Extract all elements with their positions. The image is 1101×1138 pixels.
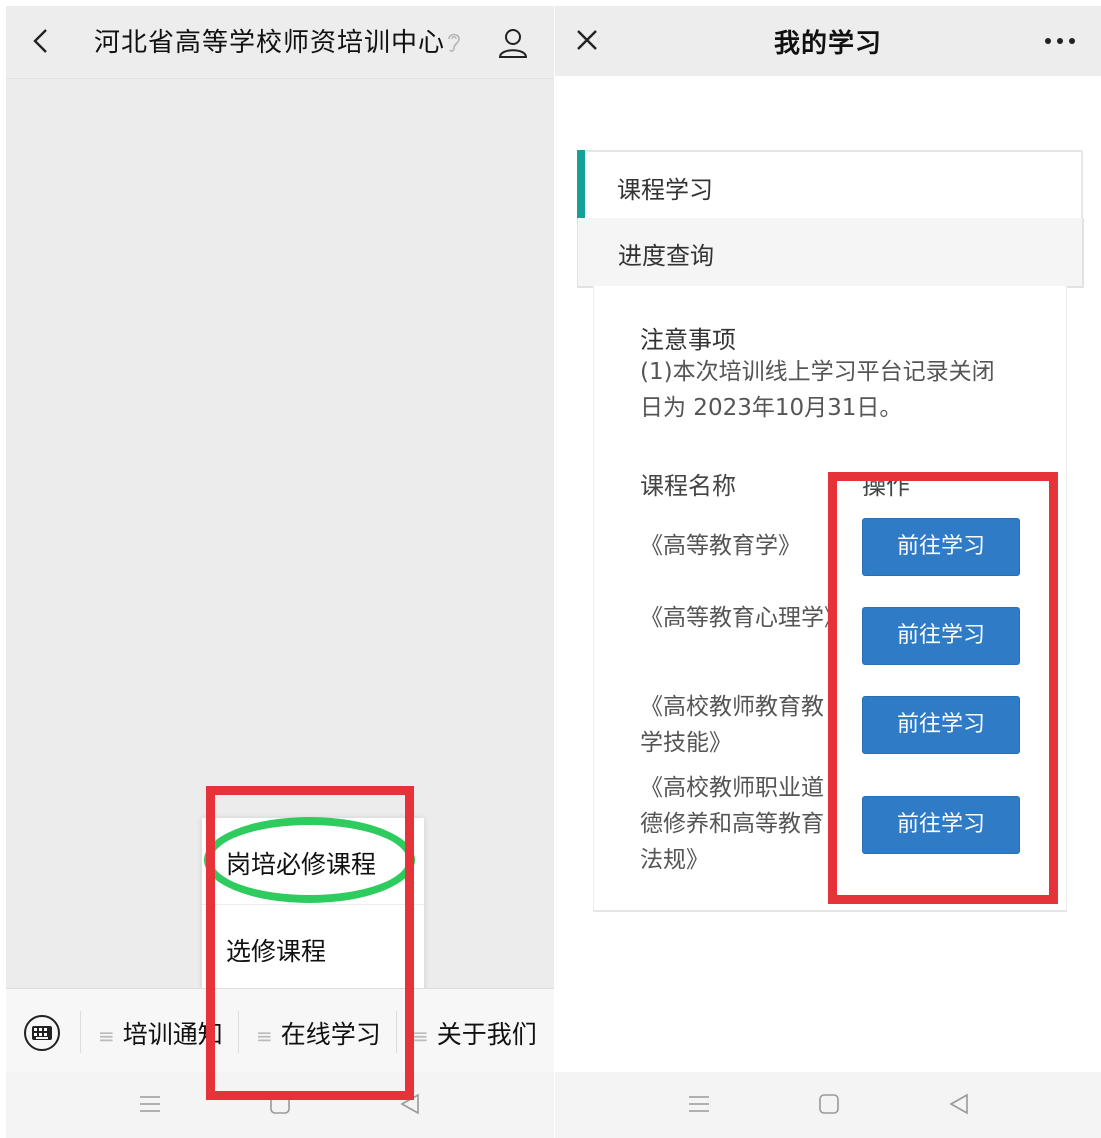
home-nav-icon[interactable] <box>817 1092 841 1116</box>
account-title: 河北省高等学校师资培训中心 <box>94 28 446 58</box>
system-nav-bar <box>555 1072 1101 1138</box>
tab-course-study[interactable]: 课程学习 <box>577 150 1083 220</box>
menu-item-about-us[interactable]: ≡ 关于我们 <box>412 1015 537 1051</box>
page-header: 我的学习 <box>555 6 1101 76</box>
menu-nav-icon[interactable] <box>138 1092 162 1116</box>
keyboard-icon[interactable] <box>22 1013 62 1053</box>
chat-header: 河北省高等学校师资培训中心 <box>6 6 554 79</box>
menu-item-label: 关于我们 <box>436 1020 537 1049</box>
back-nav-icon[interactable] <box>947 1092 971 1116</box>
ear-icon <box>448 33 460 52</box>
back-arrow-icon[interactable] <box>30 28 52 54</box>
course-name: 《高等教育心理学》 <box>640 605 836 631</box>
course-name: 《高校教师职业道德修养和高等教育法规》 <box>640 775 824 873</box>
notice-title: 注意事项 <box>640 326 736 354</box>
tab-label: 课程学习 <box>617 176 713 204</box>
notice-text: (1)本次培训线上学习平台记录关闭日为 2023年10月31日。 <box>640 359 995 421</box>
profile-icon[interactable] <box>496 26 530 60</box>
more-icon[interactable] <box>1043 37 1077 45</box>
highlight-box-go-study-buttons <box>828 472 1058 904</box>
course-name: 《高校教师教育教学技能》 <box>640 694 824 756</box>
tab-progress-query[interactable]: 进度查询 <box>577 218 1084 288</box>
course-name: 《高等教育学》 <box>640 533 801 559</box>
highlight-box-online-study <box>206 786 414 1100</box>
menu-separator <box>80 1011 81 1053</box>
menu-nav-icon[interactable] <box>687 1092 711 1116</box>
page-title: 我的学习 <box>773 29 882 59</box>
column-header-course-name: 课程名称 <box>640 472 736 500</box>
tab-label: 进度查询 <box>618 242 714 270</box>
menu-item-training-notice[interactable]: ≡ 培训通知 <box>98 1015 223 1051</box>
active-tab-indicator <box>577 150 585 220</box>
